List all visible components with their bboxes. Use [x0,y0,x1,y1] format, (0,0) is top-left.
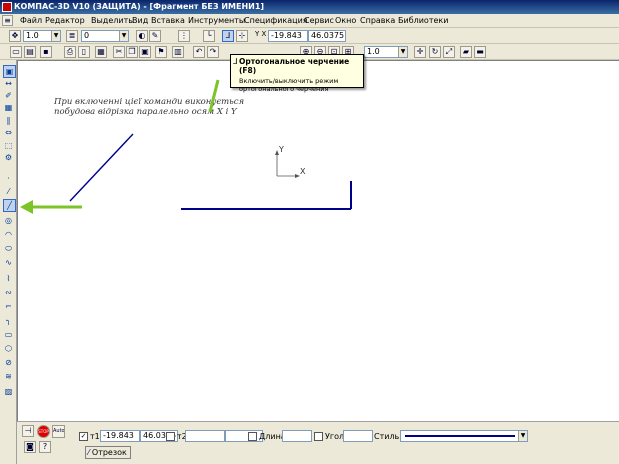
angle-checkbox[interactable] [314,432,323,441]
segment-tab-icon: ⁄ [88,448,90,457]
green-arrow-head [20,200,33,214]
camera-icon[interactable]: ◙ [24,441,36,453]
angle-label: Угол [325,432,345,441]
t2-checkbox[interactable] [166,432,175,441]
annotation-leader-line [69,133,134,202]
tooltip: ⅃ Ортогональное черчение (F8) Включить/в… [230,54,364,93]
orthogonal-icon: ⅃ [233,57,238,66]
auto-button[interactable]: Auto [52,425,65,438]
x-axis-label: X [300,167,306,176]
t2-x-field[interactable] [185,430,225,442]
length-checkbox[interactable] [248,432,257,441]
chevron-down-icon: ▼ [518,431,527,441]
style-label: Стиль [374,432,400,441]
tooltip-body-line-2: ортогонального черчения [239,85,329,93]
pin-icon[interactable]: ⊣ [22,425,34,437]
t1-checkbox[interactable]: ✓ [79,432,88,441]
line-style-preview [405,435,515,437]
green-pointer-line [208,79,220,113]
t2-y-field[interactable] [225,430,263,442]
t1-label: т1 [90,432,100,441]
tooltip-body-line-1: Включить/выключить режим [239,77,339,85]
help-icon[interactable]: ? [39,441,51,453]
length-field[interactable] [282,430,312,442]
segment-tab-label: Отрезок [91,448,127,457]
left-bottom-strip [0,421,17,464]
angle-field[interactable] [343,430,373,442]
tooltip-title: Ортогональное черчение (F8) [239,57,350,75]
t1-x-field[interactable]: -19.843 [100,430,140,442]
tab-segment[interactable]: ⁄ Отрезок [85,446,131,459]
auto-label: Auto [53,428,65,434]
stop-button[interactable]: STOP [37,425,50,438]
stop-label: STOP [38,429,49,434]
properties-panel: ⊣ STOP Auto ◙ ? ✓ т1 -19.843 46.0375 т2 … [17,421,619,464]
style-select[interactable]: ▼ [400,430,528,442]
y-axis-label: Y [278,145,284,154]
